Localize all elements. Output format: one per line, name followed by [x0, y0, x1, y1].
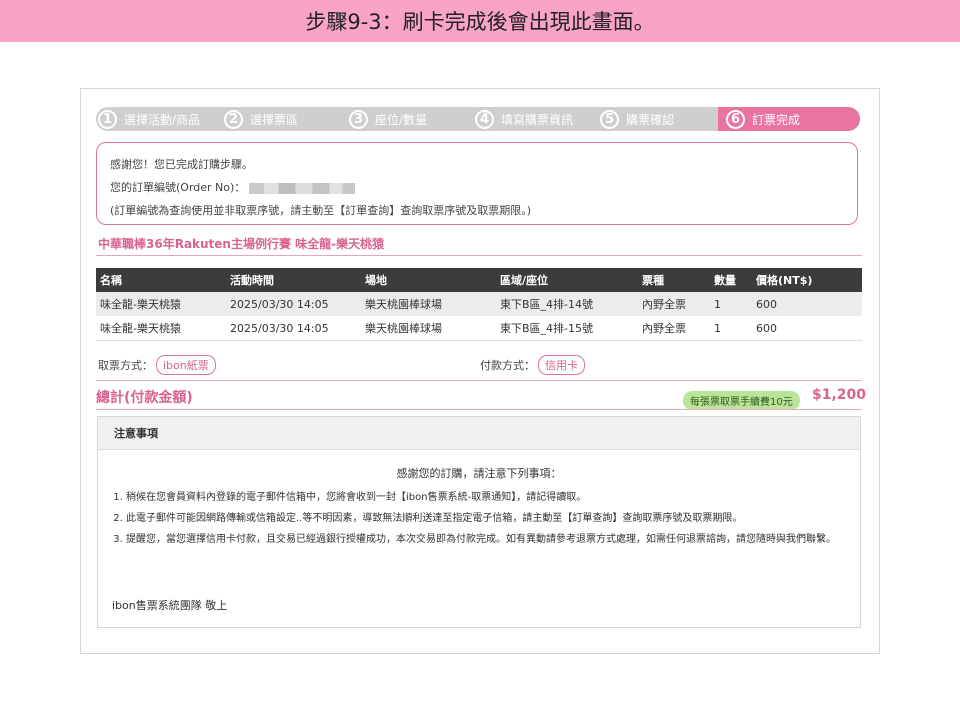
notice-item: 此電子郵件可能因網路傳輸或信箱設定..等不明因素，導致無法順利送達至指定電子信箱… [126, 510, 856, 528]
table-cell: 2025/03/30 14:05 [226, 316, 361, 341]
total-amount: $1,200 [812, 387, 867, 403]
step-label: 訂票完成 [752, 112, 801, 127]
step-label: 選擇票區 [250, 112, 299, 127]
step-fill-info: 4 填寫購票資訊 [475, 107, 573, 131]
event-title: 中華職棒36年Rakuten主場例行賽 味全龍-樂天桃猿 [98, 237, 385, 251]
divider [96, 255, 862, 256]
table-header-row: 名稱 活動時間 場地 區域/座位 票種 數量 價格(NT$) [96, 268, 862, 292]
step-label: 座位/數量 [375, 112, 428, 127]
table-row: 味全龍-樂天桃猿 2025/03/30 14:05 樂天桃園棒球場 東下B區_4… [96, 292, 862, 316]
table-cell: 東下B區_4排-15號 [496, 316, 638, 341]
confirmation-box: 感謝您！您已完成訂購步驟。 您的訂單編號(Order No)： (訂單編號為查詢… [96, 142, 858, 225]
step-label: 選擇活動/商品 [124, 112, 201, 127]
notice-item: 提醒您，當您選擇信用卡付款，且交易已經過銀行授權成功，本次交易即為付款完成。如有… [126, 531, 856, 549]
table-cell: 600 [752, 292, 862, 316]
table-cell: 1 [710, 316, 752, 341]
table-cell: 600 [752, 316, 862, 341]
divider [96, 409, 862, 410]
notice-item: 稍候在您會員資料內登錄的電子郵件信箱中，您將會收到一封【ibon售票系統-取票通… [126, 489, 856, 507]
total-label: 總計(付款金額) [96, 390, 193, 406]
pickup-method-label: 取票方式： [98, 359, 153, 372]
step-number: 3 [349, 109, 368, 129]
table-cell: 東下B區_4排-14號 [496, 292, 638, 316]
notice-panel: 注意事項 感謝您的訂購，請注意下列事項： 稍候在您會員資料內登錄的電子郵件信箱中… [97, 416, 861, 628]
step-select-event: 1 選擇活動/商品 [98, 107, 200, 131]
instruction-banner: 步驟9-3：刷卡完成後會出現此畫面。 [0, 0, 960, 42]
column-header: 價格(NT$) [752, 268, 862, 292]
table-cell: 內野全票 [638, 292, 710, 316]
step-number: 4 [475, 109, 494, 129]
order-number-redacted [249, 182, 356, 194]
table-row: 味全龍-樂天桃猿 2025/03/30 14:05 樂天桃園棒球場 東下B區_4… [96, 316, 862, 341]
divider [96, 380, 862, 381]
table-cell: 1 [710, 292, 752, 316]
notice-list: 稍候在您會員資料內登錄的電子郵件信箱中，您將會收到一封【ibon售票系統-取票通… [112, 489, 856, 552]
step-complete: 6 訂票完成 [726, 107, 800, 131]
column-header: 場地 [361, 268, 496, 292]
table-cell: 內野全票 [638, 316, 710, 341]
column-header: 區域/座位 [496, 268, 638, 292]
step-confirm: 5 購票確認 [600, 107, 674, 131]
column-header: 數量 [710, 268, 752, 292]
table-cell: 味全龍-樂天桃猿 [96, 292, 226, 316]
order-number-row: 您的訂單編號(Order No)： [110, 176, 857, 199]
pickup-method-badge: ibon紙票 [156, 355, 216, 375]
step-number: 6 [726, 109, 745, 129]
fee-note-badge: 每張票取票手續費10元 [683, 391, 800, 410]
step-label: 填寫購票資訊 [501, 112, 574, 127]
payment-method-badge: 信用卡 [538, 355, 585, 375]
step-number: 5 [600, 109, 619, 129]
order-number-label: 您的訂單編號(Order No)： [110, 181, 246, 194]
step-number: 2 [224, 109, 243, 129]
table-cell: 樂天桃園棒球場 [361, 316, 496, 341]
table-cell: 味全龍-樂天桃猿 [96, 316, 226, 341]
column-header: 票種 [638, 268, 710, 292]
notice-intro: 感謝您的訂購，請注意下列事項： [396, 467, 562, 480]
pickup-method: 取票方式： ibon紙票 [98, 355, 216, 375]
table-cell: 樂天桃園棒球場 [361, 292, 496, 316]
table-cell: 2025/03/30 14:05 [226, 292, 361, 316]
step-seat-quantity: 3 座位/數量 [349, 107, 427, 131]
column-header: 活動時間 [226, 268, 361, 292]
payment-method: 付款方式： 信用卡 [480, 355, 585, 375]
order-note: (訂單編號為查詢使用並非取票序號，請主動至【訂單查詢】查詢取票序號及取票期限。) [110, 204, 532, 217]
banner-title: 步驟9-3：刷卡完成後會出現此畫面。 [305, 10, 655, 34]
column-header: 名稱 [96, 268, 226, 292]
payment-method-label: 付款方式： [480, 359, 535, 372]
step-select-area: 2 選擇票區 [224, 107, 298, 131]
step-number: 1 [98, 109, 117, 129]
progress-steps: 1 選擇活動/商品 2 選擇票區 3 座位/數量 4 填寫購票資訊 5 購票確認… [96, 107, 860, 131]
notice-heading: 注意事項 [98, 417, 860, 450]
step-label: 購票確認 [626, 112, 675, 127]
confirmation-message: 感謝您！您已完成訂購步驟。 [110, 158, 253, 171]
order-table: 名稱 活動時間 場地 區域/座位 票種 數量 價格(NT$) 味全龍-樂天桃猿 … [96, 268, 862, 341]
notice-signature: ibon售票系統團隊 敬上 [112, 599, 228, 612]
